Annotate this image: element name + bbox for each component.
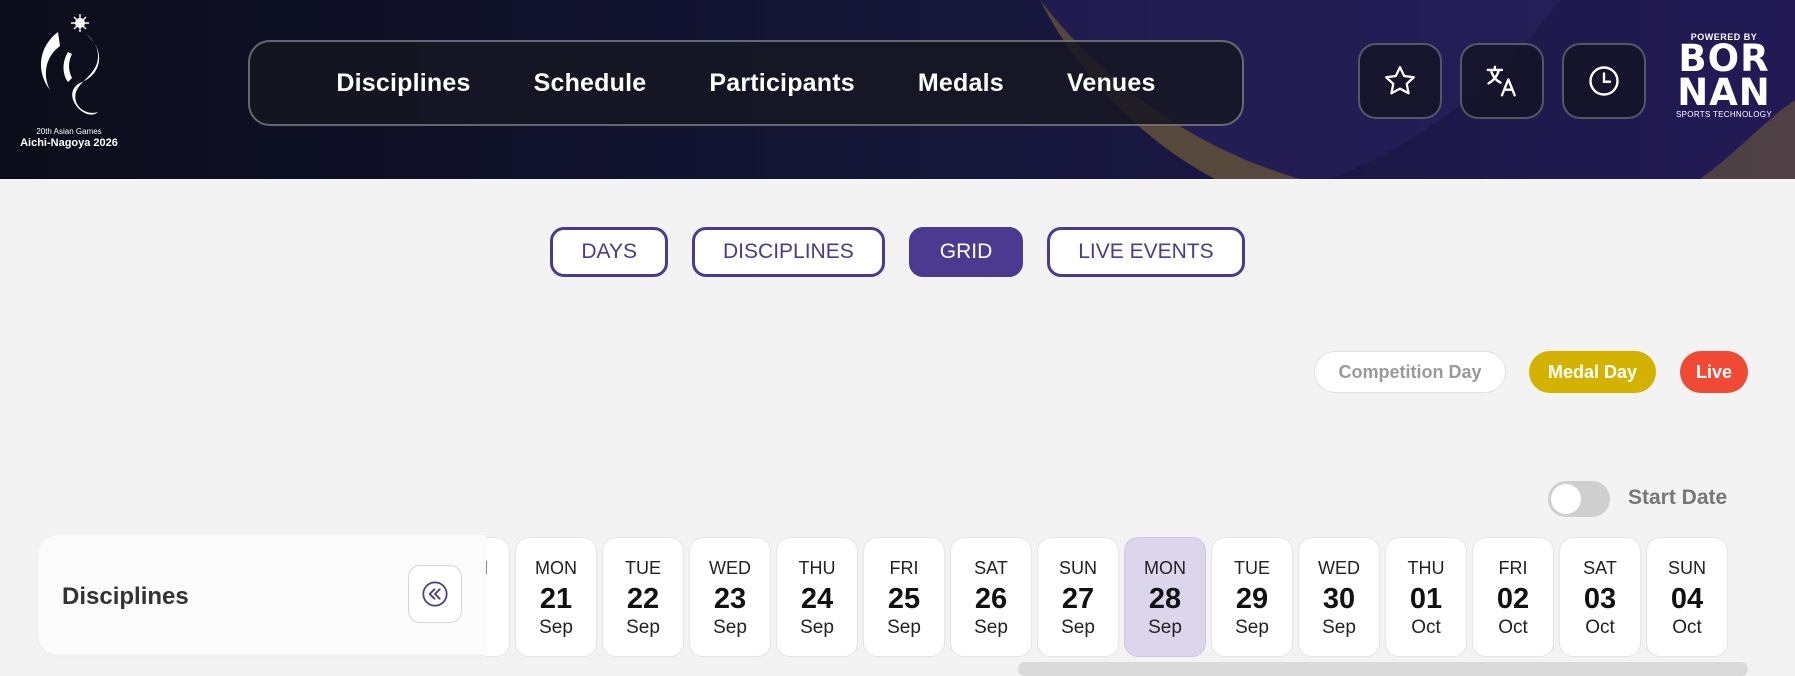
date-strip[interactable]: SUN20SepMON21SepTUE22SepWED23SepTHU24Sep… <box>486 536 1746 662</box>
legend-live: Live <box>1680 351 1748 393</box>
games-logo[interactable]: 20th Asian Games Aichi-Nagoya 2026 <box>14 12 124 152</box>
disciplines-panel: Disciplines <box>38 535 486 655</box>
language-button[interactable] <box>1460 43 1544 119</box>
day-card[interactable]: TUE 22 Sep <box>602 537 684 657</box>
horizontal-scrollbar[interactable] <box>1018 662 1748 676</box>
day-weekday: SUN <box>486 558 509 579</box>
day-number: 23 <box>713 583 747 615</box>
day-card[interactable]: SUN 20Sep <box>486 537 510 657</box>
collapse-button[interactable] <box>408 565 462 623</box>
nav-medals[interactable]: Medals <box>918 69 1004 98</box>
day-weekday: THU <box>798 558 836 578</box>
day-card[interactable]: SUN 27 Sep <box>1037 537 1119 657</box>
day-number: 26 <box>974 583 1008 615</box>
day-weekday: THU <box>1407 558 1445 578</box>
day-month: Oct <box>1411 617 1441 638</box>
day-card[interactable]: SAT 03 Oct <box>1559 537 1641 657</box>
day-number: 20 <box>486 583 509 615</box>
day-month: Sep <box>1322 617 1356 638</box>
games-emblem-icon <box>40 14 100 115</box>
day-weekday: MON <box>535 558 577 578</box>
day-number: 04 <box>1670 583 1704 615</box>
day-number: 03 <box>1583 583 1617 615</box>
day-weekday: TUE <box>1234 558 1270 578</box>
day-card[interactable]: THU 24 Sep <box>776 537 858 657</box>
day-card[interactable]: MON 21 Sep <box>515 537 597 657</box>
tab-disciplines[interactable]: DISCIPLINES <box>692 227 885 277</box>
day-number: 01 <box>1409 583 1443 615</box>
header: 20th Asian Games Aichi-Nagoya 2026 Disci… <box>0 0 1795 179</box>
start-date-label: Start Date <box>1628 486 1728 509</box>
brand-line-2: NAN <box>1677 71 1771 114</box>
disciplines-panel-title: Disciplines <box>62 583 189 610</box>
favorites-button[interactable] <box>1358 43 1442 119</box>
day-number: 25 <box>887 583 921 615</box>
day-card[interactable]: TUE 29 Sep <box>1211 537 1293 657</box>
tab-live-events[interactable]: LIVE EVENTS <box>1047 227 1245 277</box>
day-card[interactable]: MON 28 Sep <box>1124 537 1206 657</box>
day-card[interactable]: FRI 25 Sep <box>863 537 945 657</box>
day-month: Oct <box>1585 617 1615 638</box>
brand-subtitle: SPORTS TECHNOLOGY <box>1676 110 1772 119</box>
toggle-knob <box>1551 484 1581 514</box>
day-number: 30 <box>1322 583 1356 615</box>
day-number: 21 <box>539 583 573 615</box>
day-month: Sep <box>800 617 834 638</box>
day-card[interactable]: THU 01 Oct <box>1385 537 1467 657</box>
day-weekday: FRI <box>889 558 919 578</box>
star-icon <box>1385 66 1415 95</box>
main-nav: Disciplines Schedule Participants Medals… <box>248 40 1244 126</box>
logo-title: Aichi-Nagoya 2026 <box>20 137 118 149</box>
day-number: 27 <box>1061 583 1095 615</box>
day-month: Sep <box>1148 617 1182 638</box>
day-number: 29 <box>1235 583 1269 615</box>
day-card[interactable]: WED 30 Sep <box>1298 537 1380 657</box>
day-number: 28 <box>1148 583 1182 615</box>
view-tabs: DAYS DISCIPLINES GRID LIVE EVENTS <box>0 227 1795 277</box>
nav-schedule[interactable]: Schedule <box>534 69 647 98</box>
day-weekday: TUE <box>625 558 661 578</box>
translate-icon <box>1486 65 1516 97</box>
day-weekday: FRI <box>1498 558 1528 578</box>
day-card[interactable]: FRI 02 Oct <box>1472 537 1554 657</box>
day-number: 24 <box>800 583 834 615</box>
day-number: 02 <box>1496 583 1530 615</box>
day-card[interactable]: SAT 26 Sep <box>950 537 1032 657</box>
day-card[interactable]: SUN 04 Oct <box>1646 537 1728 657</box>
day-month: Sep <box>626 617 660 638</box>
logo-subtitle: 20th Asian Games <box>36 127 102 136</box>
day-month: Oct <box>1498 617 1528 638</box>
day-number: 22 <box>626 583 660 615</box>
legend-medal-day: Medal Day <box>1529 351 1656 393</box>
powered-by-bornan[interactable]: POWERED BY BOR NAN SPORTS TECHNOLOGY <box>1672 32 1776 132</box>
day-weekday: SUN <box>1058 558 1097 578</box>
day-month: Oct <box>1672 617 1702 638</box>
day-month: Sep <box>1235 617 1269 638</box>
nav-disciplines[interactable]: Disciplines <box>336 69 470 98</box>
day-month: Sep <box>486 617 509 639</box>
day-month: Sep <box>539 617 573 638</box>
day-weekday: SAT <box>1583 558 1617 578</box>
clock-icon <box>1589 66 1619 96</box>
day-month: Sep <box>887 617 921 638</box>
tab-grid[interactable]: GRID <box>908 227 1024 277</box>
nav-participants[interactable]: Participants <box>709 69 855 98</box>
day-month: Sep <box>1061 617 1095 638</box>
legend-competition-day: Competition Day <box>1314 351 1506 393</box>
day-weekday: MON <box>1144 558 1186 578</box>
day-weekday: WED <box>709 558 751 578</box>
day-weekday: WED <box>1318 558 1360 578</box>
day-month: Sep <box>974 617 1008 638</box>
nav-venues[interactable]: Venues <box>1067 69 1156 98</box>
day-card[interactable]: WED 23 Sep <box>689 537 771 657</box>
day-weekday: SUN <box>1667 558 1706 578</box>
timezone-button[interactable] <box>1562 43 1646 119</box>
double-chevron-left-icon <box>422 581 448 607</box>
day-weekday: SAT <box>974 558 1008 578</box>
day-month: Sep <box>713 617 747 638</box>
tab-days[interactable]: DAYS <box>550 227 669 277</box>
start-date-toggle[interactable] <box>1548 481 1610 517</box>
